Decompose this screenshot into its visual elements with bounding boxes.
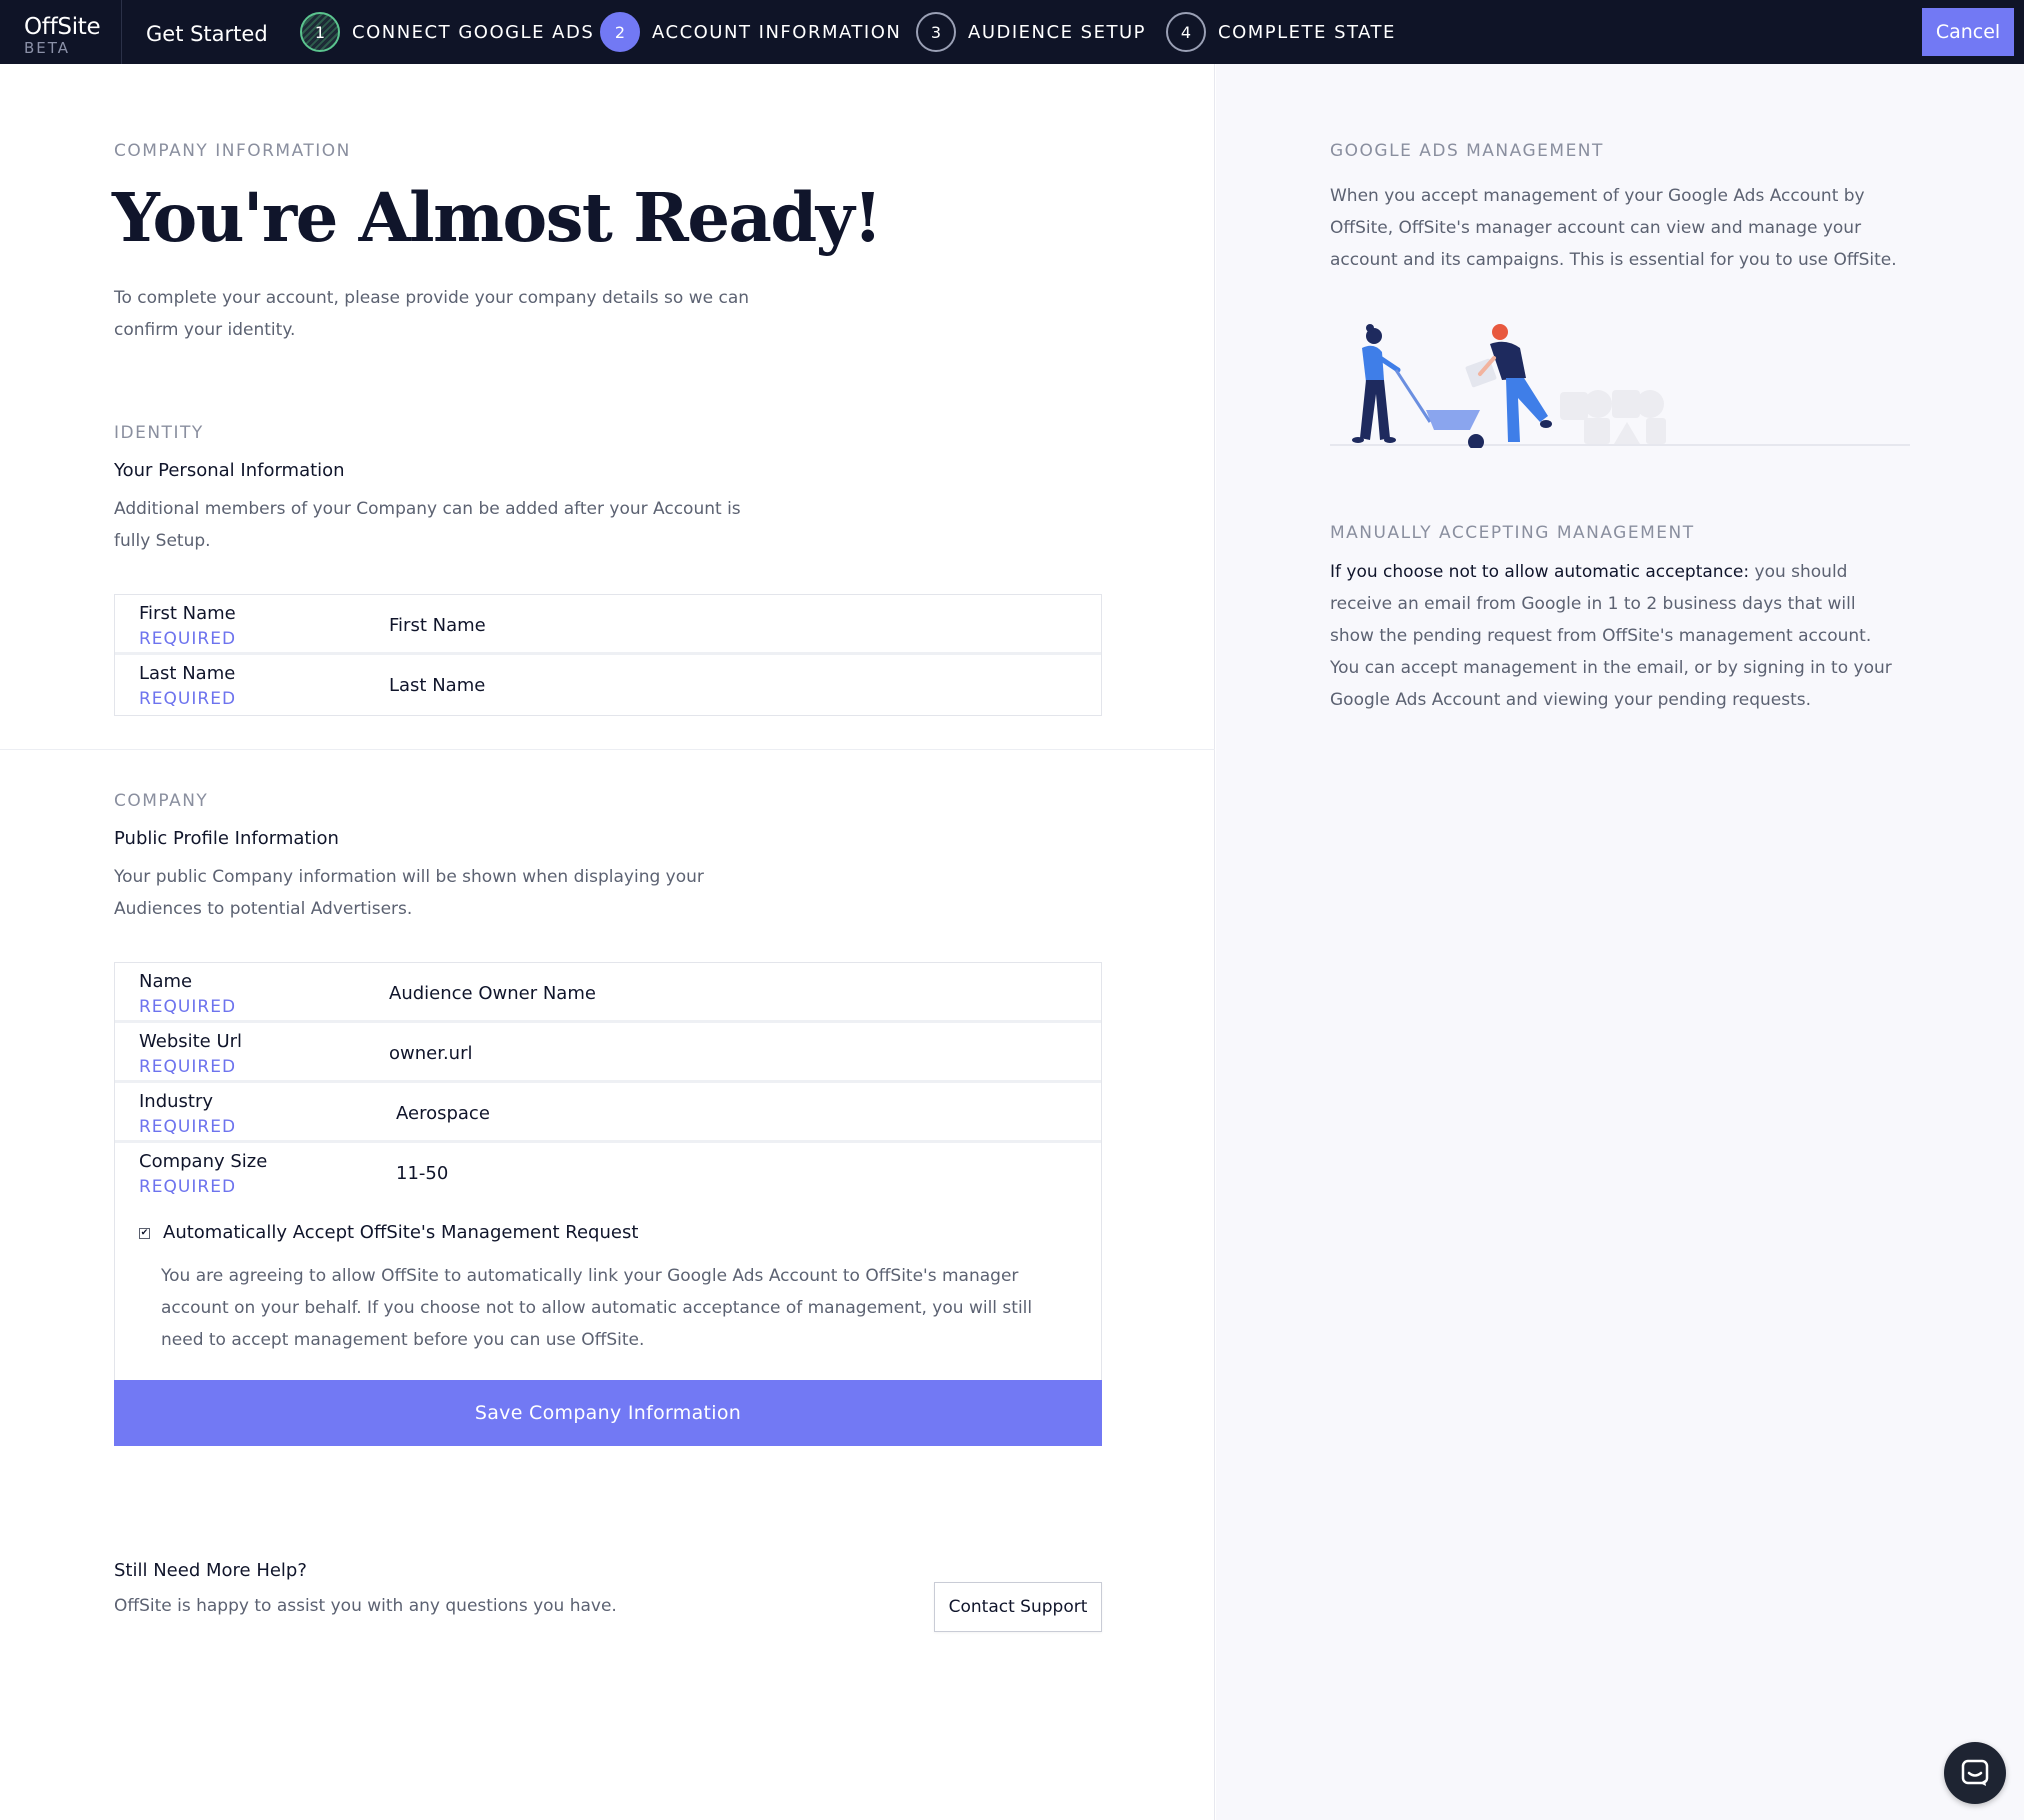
auto-accept-checkbox[interactable]: ✔: [139, 1228, 150, 1239]
first-name-input[interactable]: First Name: [389, 615, 486, 636]
step-number: 1: [300, 12, 340, 52]
beta-badge: BETA: [24, 39, 71, 57]
help-title: Still Need More Help?: [114, 1560, 307, 1581]
top-nav: OffSite BETA Get Started 1 CONNECT GOOGL…: [0, 0, 2024, 64]
manual-lead: If you choose not to allow automatic acc…: [1330, 562, 1750, 582]
step-account-information[interactable]: 2 ACCOUNT INFORMATION: [600, 12, 901, 52]
checkmark-icon: ✔: [140, 1228, 149, 1238]
company-size-select[interactable]: 11-50: [396, 1163, 448, 1184]
identity-eyebrow: IDENTITY: [114, 423, 204, 443]
get-started-title: Get Started: [146, 22, 268, 46]
help-text: OffSite is happy to assist you with any …: [114, 1596, 617, 1616]
step-label: CONNECT GOOGLE ADS: [352, 21, 595, 43]
consent-text: You are agreeing to allow OffSite to aut…: [161, 1266, 1033, 1350]
save-company-information-button[interactable]: Save Company Information: [114, 1380, 1102, 1446]
last-name-input[interactable]: Last Name: [389, 675, 485, 696]
consent-section: ✔ Automatically Accept OffSite's Managem…: [114, 1200, 1102, 1380]
company-eyebrow: COMPANY: [114, 791, 209, 811]
required-tag: REQUIRED: [139, 1177, 237, 1197]
required-tag: REQUIRED: [139, 629, 237, 649]
form-row-company-name: Name REQUIRED Audience Owner Name: [115, 963, 1101, 1023]
google-ads-management-text: When you accept management of your Googl…: [1330, 186, 1897, 270]
industry-select[interactable]: Aerospace: [396, 1103, 490, 1124]
form-row-first-name: First Name REQUIRED First Name: [115, 595, 1101, 655]
form-row-last-name: Last Name REQUIRED Last Name: [115, 655, 1101, 715]
identity-description: Additional members of your Company can b…: [114, 499, 741, 551]
chat-icon: [1961, 1759, 1989, 1786]
intro-description: To complete your account, please provide…: [114, 288, 750, 340]
page-title: You're Almost Ready!: [112, 178, 883, 257]
brand-name: OffSite: [24, 14, 101, 40]
company-information-eyebrow: COMPANY INFORMATION: [114, 141, 351, 161]
step-label: AUDIENCE SETUP: [968, 21, 1146, 43]
chat-launcher-button[interactable]: [1944, 1742, 2006, 1804]
identity-form: First Name REQUIRED First Name Last Name…: [114, 594, 1102, 716]
field-label: Website Url: [139, 1031, 243, 1052]
step-audience-setup[interactable]: 3 AUDIENCE SETUP: [916, 12, 1146, 52]
required-tag: REQUIRED: [139, 997, 237, 1017]
required-tag: REQUIRED: [139, 689, 237, 709]
contact-support-button[interactable]: Contact Support: [934, 1582, 1102, 1632]
step-complete-state[interactable]: 4 COMPLETE STATE: [1166, 12, 1396, 52]
form-row-industry: Industry REQUIRED Aerospace: [115, 1083, 1101, 1143]
step-connect-google-ads[interactable]: 1 CONNECT GOOGLE ADS: [300, 12, 594, 52]
form-row-company-size: Company Size REQUIRED 11-50: [115, 1143, 1101, 1203]
form-row-website-url: Website Url REQUIRED owner.url: [115, 1023, 1101, 1083]
website-url-input[interactable]: owner.url: [389, 1043, 473, 1064]
step-number: 4: [1166, 12, 1206, 52]
section-divider: [0, 749, 1215, 750]
brand-logo[interactable]: OffSite BETA: [0, 0, 122, 64]
identity-subhead: Your Personal Information: [114, 460, 345, 481]
field-label: Industry: [139, 1091, 214, 1112]
required-tag: REQUIRED: [139, 1057, 237, 1077]
field-label: Last Name: [139, 663, 236, 684]
step-number: 2: [600, 12, 640, 52]
company-description: Your public Company information will be …: [114, 867, 704, 919]
step-number: 3: [916, 12, 956, 52]
field-label: First Name: [139, 603, 236, 624]
required-tag: REQUIRED: [139, 1117, 237, 1137]
step-label: COMPLETE STATE: [1218, 21, 1396, 43]
manually-accepting-management-eyebrow: MANUALLY ACCEPTING MANAGEMENT: [1330, 523, 1695, 543]
company-name-input[interactable]: Audience Owner Name: [389, 983, 596, 1004]
manual-body: you should receive an email from Google …: [1330, 562, 1892, 710]
field-label: Name: [139, 971, 193, 992]
onboarding-illustration: [1330, 324, 1910, 448]
google-ads-management-eyebrow: GOOGLE ADS MANAGEMENT: [1330, 141, 1604, 161]
company-subhead: Public Profile Information: [114, 828, 339, 849]
consent-title: Automatically Accept OffSite's Managemen…: [163, 1222, 639, 1243]
company-form: Name REQUIRED Audience Owner Name Websit…: [114, 962, 1102, 1203]
manually-accepting-management-text: If you choose not to allow automatic acc…: [1330, 556, 1900, 716]
cancel-button[interactable]: Cancel: [1922, 8, 2014, 56]
field-label: Company Size: [139, 1151, 268, 1172]
step-label: ACCOUNT INFORMATION: [652, 21, 902, 43]
